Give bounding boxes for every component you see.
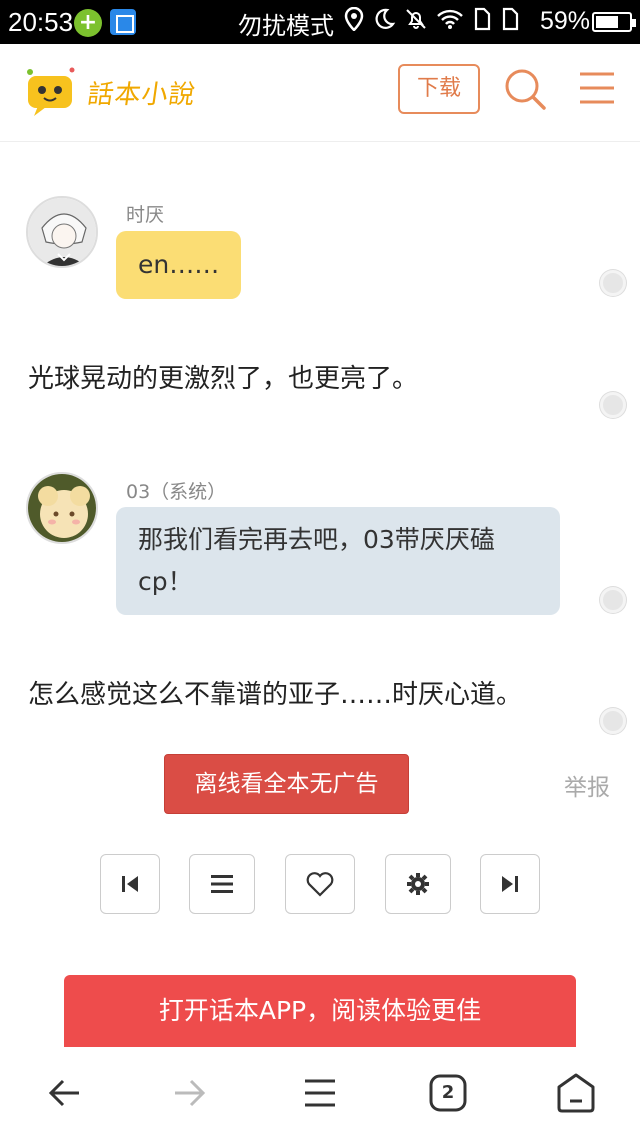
browser-nav-bar: 2 — [0, 1047, 640, 1138]
skip-forward-icon — [502, 876, 518, 892]
plus-app-icon: + — [74, 9, 102, 37]
avatar-system[interactable] — [26, 472, 98, 544]
search-icon[interactable] — [502, 66, 548, 112]
speaker-name: 03（系统） — [126, 481, 227, 503]
download-button[interactable]: 下载 — [398, 64, 480, 114]
favorite-button[interactable] — [285, 854, 355, 914]
narration-text: 光球晃动的更激烈了，也更亮了。 — [28, 364, 419, 394]
open-app-button[interactable]: 打开话本APP，阅读体验更佳 — [64, 975, 576, 1047]
comment-dot[interactable] — [600, 587, 626, 613]
bell-off-icon — [404, 7, 428, 37]
comment-dot[interactable] — [600, 270, 626, 296]
prev-chapter-button[interactable] — [100, 854, 160, 914]
chat-bubble: en…… — [116, 231, 242, 299]
catalog-button[interactable] — [189, 854, 255, 914]
site-header: 話本小說 下载 — [0, 44, 640, 142]
back-button[interactable] — [40, 1069, 88, 1117]
status-bar: 20:53 + 勿扰模式 59% — [0, 0, 640, 44]
comment-dot[interactable] — [600, 708, 626, 734]
logo-icon[interactable] — [24, 66, 78, 116]
speaker-name: 时厌 — [126, 204, 165, 226]
gear-icon — [407, 873, 429, 895]
home-button[interactable] — [552, 1069, 600, 1117]
home-icon — [557, 1073, 595, 1113]
sim2-icon — [500, 7, 520, 37]
next-chapter-button[interactable] — [480, 854, 540, 914]
sim1-icon — [472, 7, 492, 37]
forward-button[interactable] — [166, 1069, 214, 1117]
report-link[interactable]: 举报 — [564, 768, 610, 802]
status-time: 20:53 — [8, 7, 74, 37]
heart-icon — [306, 872, 334, 897]
battery-icon — [592, 12, 636, 32]
skip-back-icon — [122, 876, 138, 892]
narration-text: 怎么感觉这么不靠谱的亚子……时厌心道。 — [28, 680, 523, 710]
avatar-shiyan[interactable] — [26, 196, 98, 268]
status-mode-label: 勿扰模式 — [238, 12, 334, 40]
wifi-icon — [436, 8, 464, 36]
menu-icon — [305, 1079, 335, 1107]
chat-bubble: 那我们看完再去吧，03带厌厌磕cp！ — [116, 507, 560, 615]
tabs-button[interactable]: 2 — [424, 1069, 472, 1117]
offline-read-button[interactable]: 离线看全本无广告 — [164, 754, 409, 814]
battery-percent: 59% — [540, 7, 591, 35]
location-icon — [344, 6, 364, 37]
arrow-right-icon — [175, 1079, 206, 1107]
tab-count: 2 — [441, 1082, 455, 1103]
status-icons — [344, 6, 520, 37]
settings-button[interactable] — [385, 854, 451, 914]
moon-icon — [372, 7, 396, 37]
browser-menu-button[interactable] — [296, 1069, 344, 1117]
comment-dot[interactable] — [600, 392, 626, 418]
arrow-left-icon — [48, 1079, 79, 1107]
menu-icon[interactable] — [578, 70, 616, 106]
screenshot-icon — [110, 9, 136, 35]
list-icon — [211, 875, 233, 893]
logo-text: 話本小說 — [85, 80, 198, 110]
